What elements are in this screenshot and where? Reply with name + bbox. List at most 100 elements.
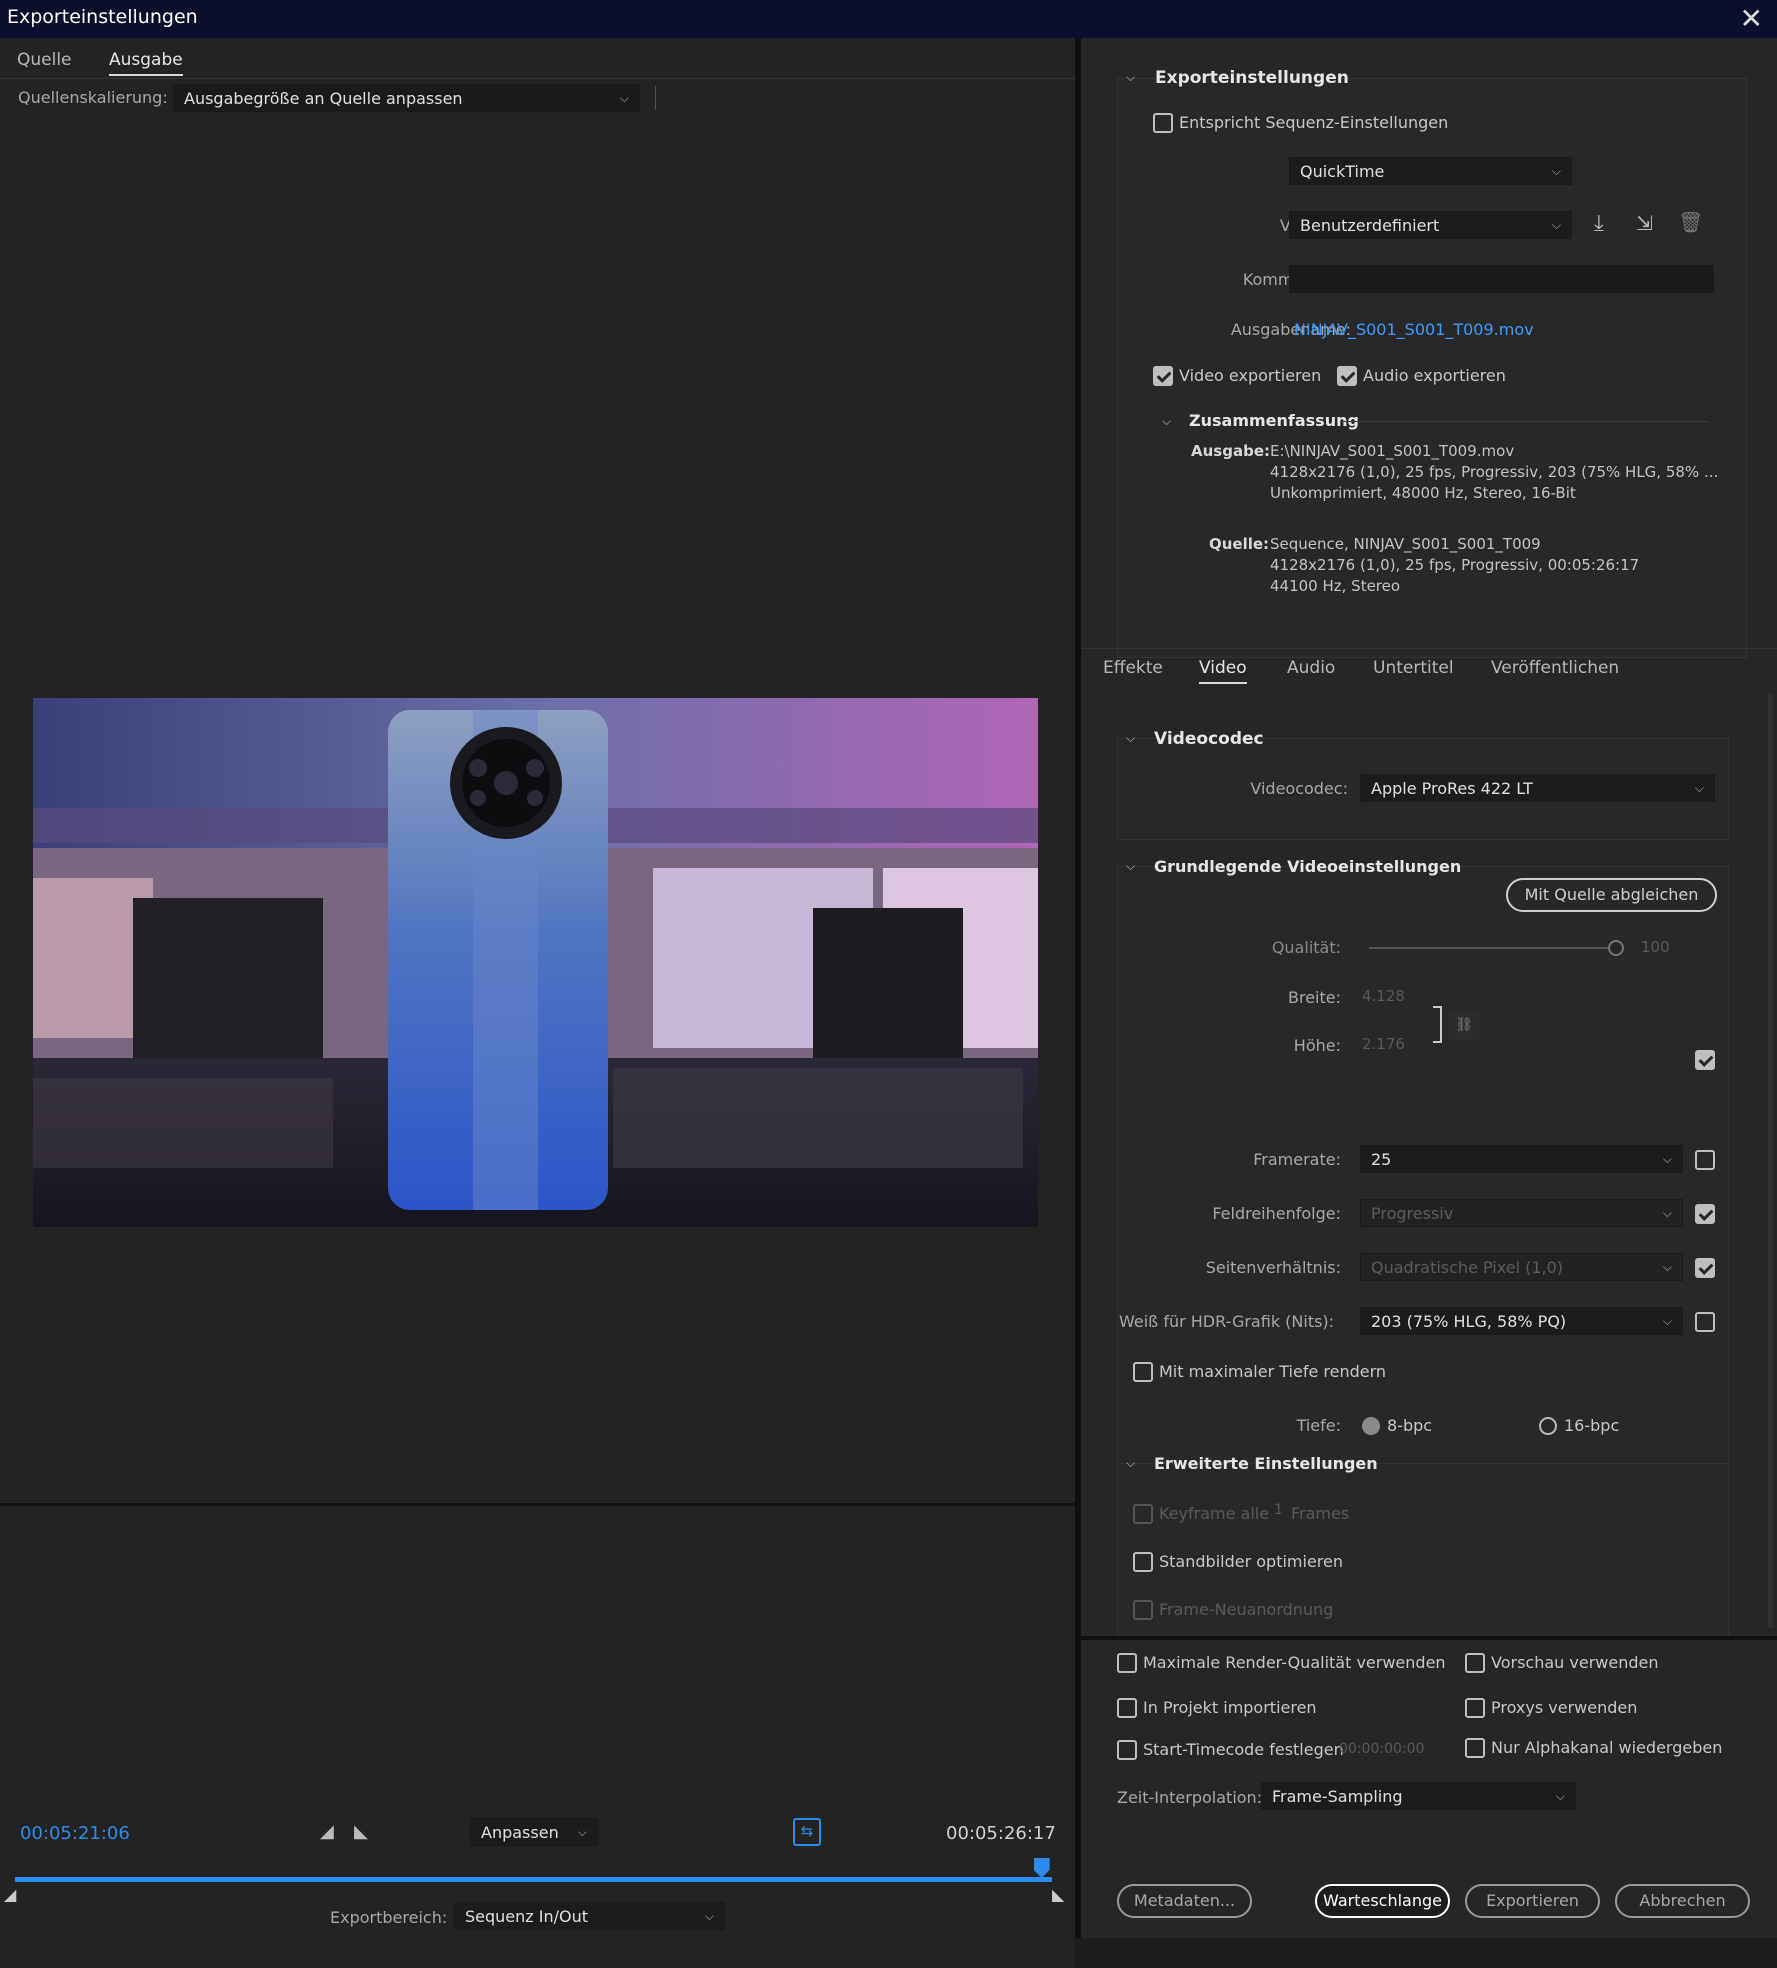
max-render-checkbox[interactable]: [1117, 1653, 1137, 1673]
preset-value: Benutzerdefiniert: [1300, 216, 1440, 235]
max-render-label: Maximale Render-Qualität verwenden: [1143, 1653, 1446, 1672]
source-summary-label: Quelle:: [1209, 535, 1270, 553]
export-audio-label: Audio exportieren: [1363, 366, 1506, 385]
queue-button[interactable]: Warteschlange: [1315, 1884, 1450, 1918]
chevron-down-icon[interactable]: ⌵: [1126, 731, 1135, 746]
tab-audio[interactable]: Audio: [1287, 658, 1335, 678]
in-point-handle[interactable]: ◢: [4, 1885, 16, 1904]
tab-veroeffentlichen[interactable]: Veröffentlichen: [1491, 658, 1619, 678]
interp-label: Zeit-Interpolation:: [1117, 1788, 1263, 1807]
fit-dropdown[interactable]: Anpassen ⌵: [470, 1818, 598, 1846]
width-value[interactable]: 4.128: [1362, 987, 1405, 1005]
depth-8-radio[interactable]: [1362, 1417, 1380, 1435]
preview-label: Vorschau verwenden: [1491, 1653, 1659, 1672]
range-dropdown[interactable]: Sequenz In/Out ⌵: [454, 1902, 725, 1930]
window-titlebar: Exporteinstellungen: [0, 0, 1777, 38]
chevron-down-icon: ⌵: [1694, 781, 1704, 795]
framerate-override-checkbox[interactable]: [1695, 1150, 1715, 1170]
codec-value: Apple ProRes 422 LT: [1371, 779, 1533, 798]
framerate-dropdown[interactable]: 25 ⌵: [1360, 1145, 1683, 1173]
settings-panel: ⌵ Exporteinstellungen Entspricht Sequenz…: [1081, 38, 1777, 1938]
alpha-only-checkbox[interactable]: [1465, 1738, 1485, 1758]
cancel-button[interactable]: Abbrechen: [1615, 1884, 1750, 1918]
set-out-icon[interactable]: ◣: [354, 1821, 368, 1842]
hdr-override-checkbox[interactable]: [1695, 1312, 1715, 1332]
preset-dropdown[interactable]: Benutzerdefiniert ⌵: [1289, 211, 1572, 239]
chevron-down-icon: ⌵: [1551, 218, 1561, 232]
tab-quelle[interactable]: Quelle: [17, 50, 72, 70]
metadata-button[interactable]: Metadaten...: [1117, 1884, 1252, 1918]
chevron-down-icon: ⌵: [619, 91, 629, 105]
chevron-down-icon: ⌵: [704, 1909, 714, 1923]
summary-title: Zusammenfassung: [1189, 411, 1359, 430]
save-preset-icon[interactable]: ⤓: [1594, 211, 1604, 236]
start-tc-checkbox[interactable]: [1117, 1740, 1137, 1760]
format-dropdown[interactable]: QuickTime ⌵: [1289, 157, 1572, 185]
timeline-track[interactable]: [15, 1877, 1052, 1882]
delete-preset-icon[interactable]: 🗑: [1678, 210, 1703, 234]
quality-slider-thumb[interactable]: [1608, 940, 1624, 956]
quality-label: Qualität:: [1271, 938, 1341, 957]
field-order-value: Progressiv: [1371, 1204, 1454, 1223]
tab-untertitel[interactable]: Untertitel: [1373, 658, 1454, 678]
match-sequence-label: Entspricht Sequenz-Einstellungen: [1179, 113, 1449, 132]
framerate-label: Framerate:: [1253, 1150, 1341, 1169]
output-name-link[interactable]: NINJAV_S001_S001_T009.mov: [1294, 320, 1534, 339]
tab-divider: [0, 78, 1075, 79]
match-sequence-checkbox[interactable]: [1153, 113, 1173, 133]
keyframe-checkbox[interactable]: [1133, 1504, 1153, 1524]
max-depth-checkbox[interactable]: [1133, 1362, 1153, 1382]
current-timecode[interactable]: 00:05:21:06: [20, 1823, 130, 1844]
source-summary-line-1: Sequence, NINJAV_S001_S001_T009: [1270, 535, 1541, 553]
export-audio-checkbox[interactable]: [1337, 366, 1357, 386]
set-in-icon[interactable]: ◢: [320, 1821, 334, 1842]
chevron-down-icon: ⌵: [1555, 1789, 1565, 1803]
tab-ausgabe[interactable]: Ausgabe: [109, 50, 183, 76]
advanced-title: Erweiterte Einstellungen: [1154, 1454, 1378, 1473]
chevron-down-icon[interactable]: ⌵: [1162, 414, 1171, 429]
unlink-icon[interactable]: ⛓: [1449, 1012, 1479, 1040]
match-source-button[interactable]: Mit Quelle abgleichen: [1506, 878, 1717, 912]
range-label: Exportbereich:: [330, 1908, 448, 1927]
keyframe-count[interactable]: 1: [1274, 1502, 1283, 1518]
crop-icon[interactable]: ⇆: [793, 1818, 821, 1846]
codec-dropdown[interactable]: Apple ProRes 422 LT ⌵: [1360, 774, 1715, 802]
preview-panel: Quelle Ausgabe Quellenskalierung: Ausgab…: [0, 38, 1075, 1968]
close-icon[interactable]: ✕: [1740, 2, 1763, 35]
import-preset-icon[interactable]: ⇲: [1636, 211, 1653, 235]
aspect-override-checkbox[interactable]: [1695, 1258, 1715, 1278]
size-override-checkbox[interactable]: [1695, 1050, 1715, 1070]
interp-dropdown[interactable]: Frame-Sampling ⌵: [1261, 1782, 1576, 1810]
height-value[interactable]: 2.176: [1362, 1035, 1405, 1053]
frame-reorder-checkbox[interactable]: [1133, 1600, 1153, 1620]
depth-label: Tiefe:: [1296, 1416, 1341, 1435]
quality-slider-track[interactable]: [1369, 947, 1615, 949]
tab-effekte[interactable]: Effekte: [1103, 658, 1163, 678]
out-point-handle[interactable]: ◣: [1052, 1885, 1064, 1904]
scrollbar[interactable]: [1768, 693, 1773, 1628]
chevron-down-icon: ⌵: [1662, 1314, 1672, 1328]
scaling-dropdown[interactable]: Ausgabegröße an Quelle anpassen ⌵: [173, 84, 640, 112]
depth-16-radio[interactable]: [1539, 1417, 1557, 1435]
export-button[interactable]: Exportieren: [1465, 1884, 1600, 1918]
height-label: Höhe:: [1293, 1036, 1341, 1055]
comments-input[interactable]: [1289, 265, 1714, 293]
chevron-down-icon[interactable]: ⌵: [1126, 1456, 1135, 1471]
start-tc-value[interactable]: 00:00:00:00: [1339, 1741, 1424, 1757]
import-project-checkbox[interactable]: [1117, 1698, 1137, 1718]
hdr-white-dropdown[interactable]: 203 (75% HLG, 58% PQ) ⌵: [1360, 1307, 1683, 1335]
output-summary-label: Ausgabe:: [1191, 442, 1270, 460]
optimize-stills-checkbox[interactable]: [1133, 1552, 1153, 1572]
playhead[interactable]: [1033, 1858, 1050, 1878]
proxies-label: Proxys verwenden: [1491, 1698, 1638, 1717]
preview-checkbox[interactable]: [1465, 1653, 1485, 1673]
field-order-override-checkbox[interactable]: [1695, 1204, 1715, 1224]
tab-video[interactable]: Video: [1199, 658, 1247, 684]
proxies-checkbox[interactable]: [1465, 1698, 1485, 1718]
scaling-value: Ausgabegröße an Quelle anpassen: [184, 89, 463, 108]
export-video-checkbox[interactable]: [1153, 366, 1173, 386]
aspect-dropdown[interactable]: Quadratische Pixel (1,0) ⌵: [1360, 1253, 1683, 1281]
field-order-dropdown[interactable]: Progressiv ⌵: [1360, 1199, 1683, 1227]
chevron-down-icon[interactable]: ⌵: [1126, 859, 1135, 874]
chevron-down-icon[interactable]: ⌵: [1126, 70, 1135, 85]
